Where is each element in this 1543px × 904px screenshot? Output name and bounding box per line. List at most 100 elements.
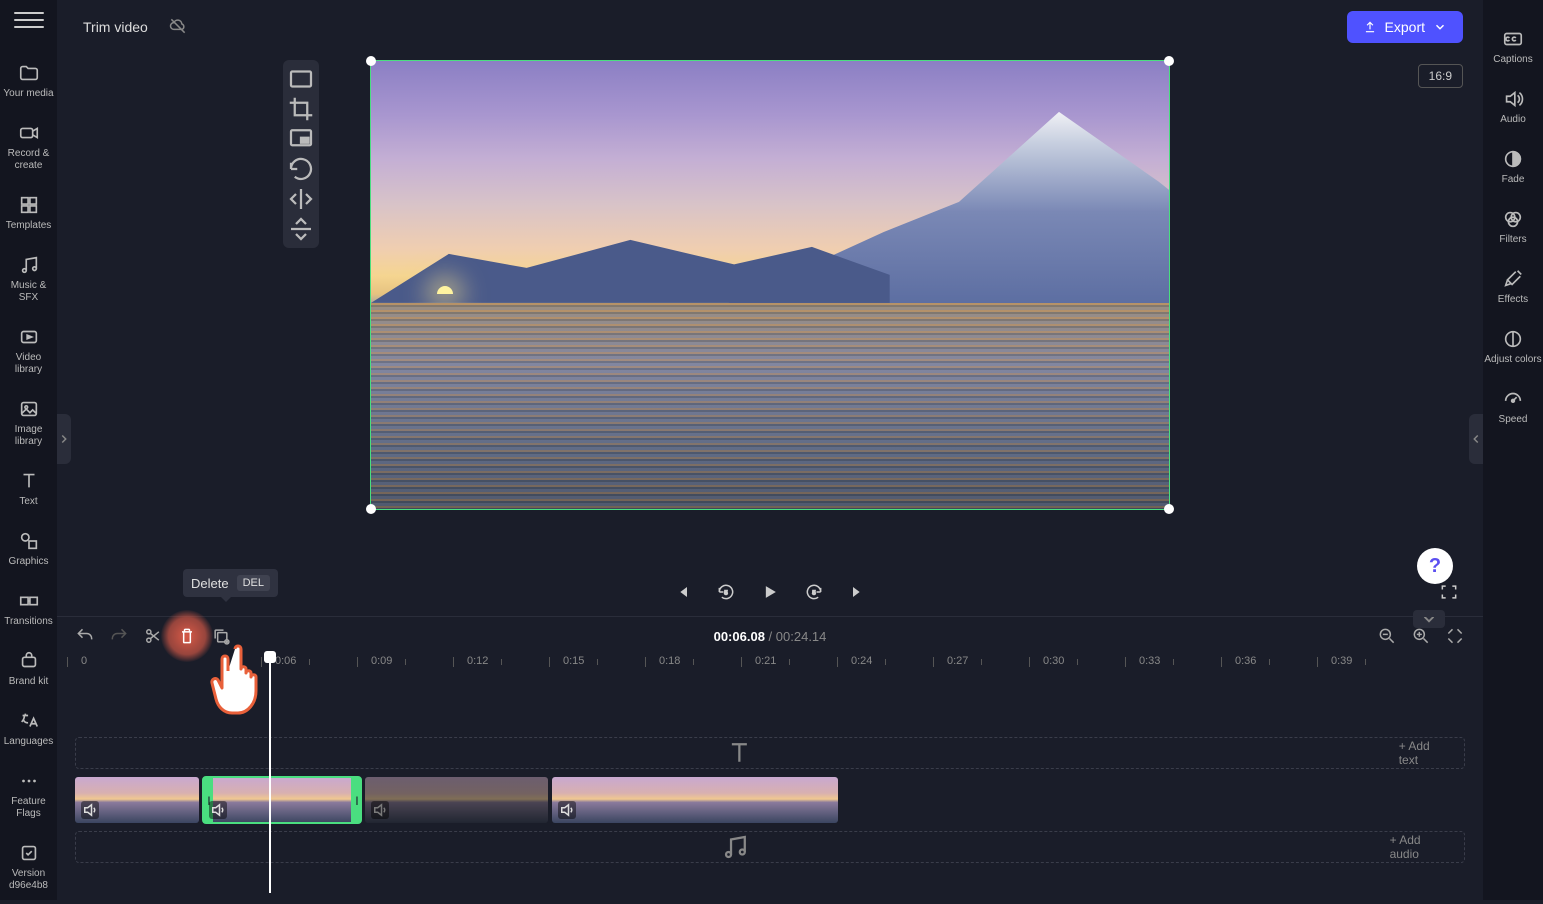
sidebar-item-effects[interactable]: Effects — [1483, 258, 1543, 318]
aspect-ratio-badge[interactable]: 16:9 — [1418, 64, 1463, 88]
flip-vertical-tool[interactable] — [283, 214, 319, 244]
timeline-clip[interactable] — [75, 777, 199, 823]
crop-tool[interactable] — [283, 94, 319, 124]
adjust-icon — [1502, 328, 1524, 350]
flip-horizontal-tool[interactable] — [283, 184, 319, 214]
duplicate-button[interactable] — [211, 626, 231, 646]
fullscreen-button[interactable] — [1439, 582, 1459, 602]
sidebar-item-version[interactable]: Version d96e4b8 — [0, 832, 57, 904]
play-button[interactable] — [760, 582, 780, 602]
sidebar-label: Captions — [1493, 54, 1532, 66]
resize-handle-bl[interactable] — [366, 504, 376, 514]
forward-5-button[interactable]: 5 — [804, 582, 824, 602]
sidebar-item-feature-flags[interactable]: Feature Flags — [0, 760, 57, 832]
expand-right-panel[interactable] — [1469, 414, 1483, 464]
timeline-clip[interactable] — [365, 777, 548, 823]
left-sidebar: Your media Record & create Templates Mus… — [0, 0, 57, 900]
resize-handle-br[interactable] — [1164, 504, 1174, 514]
svg-text:5: 5 — [724, 591, 727, 597]
skip-end-button[interactable] — [848, 582, 868, 602]
ruler-tick: 0 — [81, 655, 87, 667]
track-spacer — [75, 683, 1465, 733]
rewind-5-button[interactable]: 5 — [716, 582, 736, 602]
cloud-off-icon[interactable] — [168, 16, 188, 39]
text-icon — [18, 470, 40, 492]
upload-icon — [1363, 20, 1377, 34]
split-button[interactable] — [143, 626, 163, 646]
version-icon — [18, 842, 40, 864]
menu-button[interactable] — [14, 12, 44, 28]
timecode: 00:06.08 / 00:24.14 — [714, 629, 827, 644]
zoom-fit-button[interactable] — [1445, 626, 1465, 646]
export-button[interactable]: Export — [1347, 11, 1463, 43]
clip-audio-icon[interactable] — [81, 801, 99, 819]
skip-start-button[interactable] — [672, 582, 692, 602]
sidebar-item-speed[interactable]: Speed — [1483, 378, 1543, 438]
playhead[interactable] — [269, 653, 271, 893]
audio-track[interactable]: + Add audio — [75, 831, 1465, 863]
effects-icon — [1502, 268, 1524, 290]
sidebar-label: Effects — [1498, 294, 1528, 306]
clip-audio-icon[interactable] — [558, 801, 576, 819]
sidebar-label: Audio — [1500, 114, 1526, 126]
sidebar-item-languages[interactable]: Languages — [0, 700, 57, 760]
filters-icon — [1502, 208, 1524, 230]
pip-tool[interactable] — [283, 124, 319, 154]
resize-handle-tl[interactable] — [366, 56, 376, 66]
sidebar-item-adjust-colors[interactable]: Adjust colors — [1483, 318, 1543, 378]
sidebar-label: Templates — [4, 220, 54, 232]
ruler-tick: 0:21 — [755, 655, 776, 667]
resize-handle-tr[interactable] — [1164, 56, 1174, 66]
delete-tooltip: Delete DEL — [183, 569, 278, 597]
sidebar-item-graphics[interactable]: Graphics — [0, 520, 57, 580]
speed-icon — [1502, 388, 1524, 410]
video-track[interactable] — [75, 777, 1465, 823]
sidebar-item-captions[interactable]: Captions — [1483, 18, 1543, 78]
sidebar-item-video-library[interactable]: Video library — [0, 316, 57, 388]
sidebar-item-image-library[interactable]: Image library — [0, 388, 57, 460]
main-area: Trim video Export — [57, 0, 1483, 900]
sidebar-item-your-media[interactable]: Your media — [0, 52, 57, 112]
sidebar-item-filters[interactable]: Filters — [1483, 198, 1543, 258]
image-icon — [18, 398, 40, 420]
undo-button[interactable] — [75, 626, 95, 646]
help-button[interactable]: ? — [1417, 548, 1453, 584]
ruler-tick: 0:18 — [659, 655, 680, 667]
rotate-tool[interactable] — [283, 154, 319, 184]
music-icon — [90, 832, 1380, 862]
folder-icon — [18, 62, 40, 84]
expand-left-panel[interactable] — [57, 414, 71, 464]
speaker-icon — [1502, 88, 1524, 110]
sidebar-item-templates[interactable]: Templates — [0, 184, 57, 244]
sidebar-item-music-sfx[interactable]: Music & SFX — [0, 244, 57, 316]
timeline-clip[interactable] — [203, 777, 361, 823]
clip-audio-icon[interactable] — [371, 801, 389, 819]
text-track[interactable]: + Add text — [75, 737, 1465, 769]
languages-icon — [18, 710, 40, 732]
sidebar-item-brand-kit[interactable]: Brand kit — [0, 640, 57, 700]
sidebar-item-text[interactable]: Text — [0, 460, 57, 520]
timeline-toolbar: Delete DEL 00:06.08 / 00:24.14 — [57, 617, 1483, 655]
redo-button[interactable] — [109, 626, 129, 646]
zoom-in-button[interactable] — [1411, 626, 1431, 646]
ruler-tick: 0:09 — [371, 655, 392, 667]
text-icon — [90, 738, 1389, 768]
sidebar-item-transitions[interactable]: Transitions — [0, 580, 57, 640]
sidebar-item-fade[interactable]: Fade — [1483, 138, 1543, 198]
sidebar-item-record-create[interactable]: Record & create — [0, 112, 57, 184]
preview-canvas[interactable] — [370, 60, 1170, 510]
sidebar-label: Version d96e4b8 — [0, 868, 57, 892]
tooltip-shortcut: DEL — [237, 575, 270, 591]
zoom-out-button[interactable] — [1377, 626, 1397, 646]
brand-kit-icon — [18, 650, 40, 672]
sidebar-label: Music & SFX — [0, 280, 57, 304]
timeline-clip[interactable] — [552, 777, 838, 823]
sidebar-item-audio[interactable]: Audio — [1483, 78, 1543, 138]
add-audio-label: + Add audio — [1390, 833, 1450, 861]
clip-audio-icon[interactable] — [209, 801, 227, 819]
ruler-tick: 0:24 — [851, 655, 872, 667]
sidebar-label: Brand kit — [7, 676, 50, 688]
delete-button[interactable] — [177, 626, 197, 646]
top-bar: Trim video Export — [57, 0, 1483, 54]
fit-tool[interactable] — [283, 64, 319, 94]
